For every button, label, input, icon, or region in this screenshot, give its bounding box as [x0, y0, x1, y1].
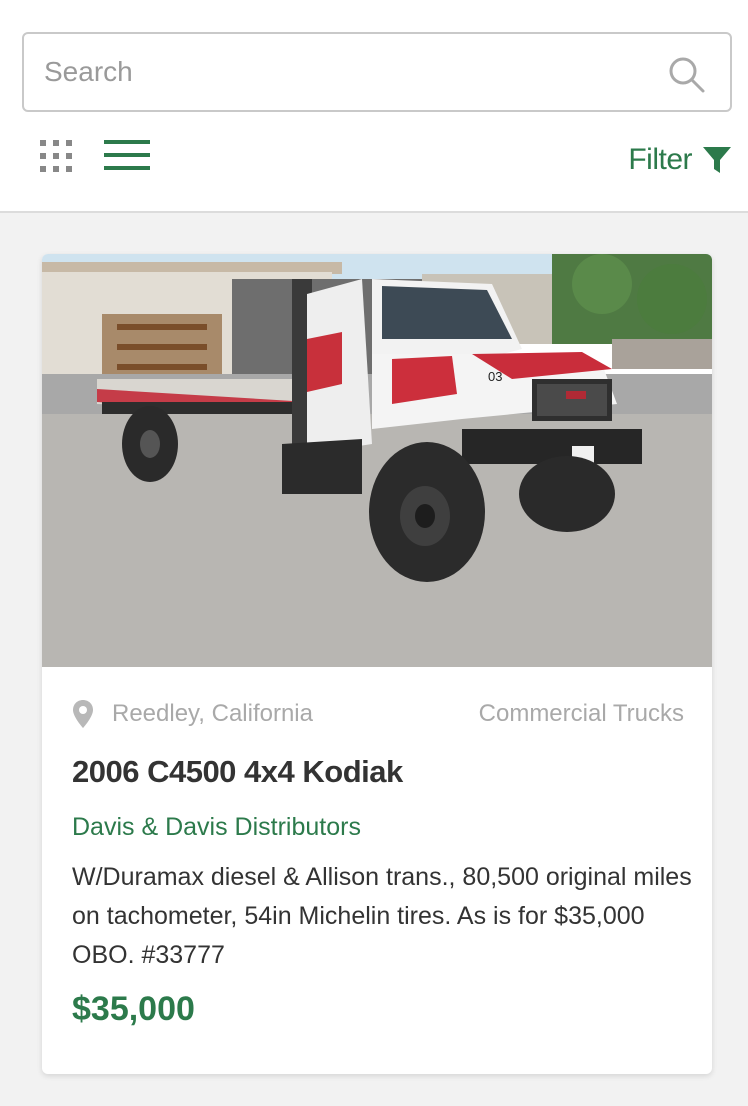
- funnel-icon: [703, 147, 731, 173]
- search-box: [22, 32, 732, 112]
- dealer-link[interactable]: Davis & Davis Distributors: [72, 813, 361, 842]
- listing-category[interactable]: Commercial Trucks: [479, 700, 684, 728]
- search-icon[interactable]: [666, 54, 706, 94]
- listing-description: W/Duramax diesel & Allison trans., 80,50…: [72, 863, 692, 969]
- listing-title[interactable]: 2006 C4500 4x4 Kodiak: [72, 754, 403, 790]
- top-toolbar: Filter: [0, 0, 748, 213]
- listing-card[interactable]: 03 Reedley, California Commercial Trucks…: [42, 254, 712, 1074]
- truck-number: 03: [488, 369, 502, 384]
- filter-button[interactable]: Filter: [628, 142, 732, 178]
- listing-meta: Reedley, California Commercial Trucks: [72, 698, 684, 734]
- search-input[interactable]: [44, 52, 644, 92]
- listing-price: $35,000: [72, 990, 195, 1028]
- list-view-icon[interactable]: [104, 138, 152, 174]
- listing-photo[interactable]: 03: [42, 254, 712, 667]
- grid-view-icon[interactable]: [40, 140, 76, 176]
- location-pin-icon: [73, 700, 93, 728]
- listing-location: Reedley, California: [112, 700, 313, 727]
- filter-label: Filter: [628, 143, 692, 176]
